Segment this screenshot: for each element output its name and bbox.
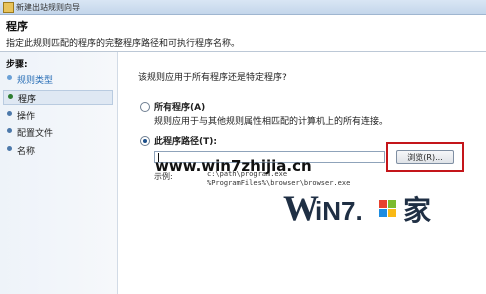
program-path-radio[interactable]	[140, 136, 150, 146]
highlight-annotation	[386, 142, 464, 172]
step-rule-type[interactable]: 规则类型	[3, 72, 111, 86]
steps-sidebar: 步骤: 规则类型 程序 操作 配置文件 名称	[0, 52, 118, 294]
wizard-header: 程序 指定此规则匹配的程序的完整程序路径和可执行程序名称。	[0, 15, 486, 51]
step-program[interactable]: 程序	[3, 90, 113, 105]
title-bar: 新建出站规则向导	[0, 0, 486, 15]
step-name[interactable]: 名称	[3, 143, 111, 157]
bullet-icon	[7, 128, 12, 133]
step-profile[interactable]: 配置文件	[3, 125, 111, 139]
program-path-label[interactable]: 此程序路径(T):	[154, 134, 217, 147]
wizard-app-icon	[3, 2, 14, 13]
steps-heading: 步骤:	[6, 60, 28, 70]
step-label: 程序	[18, 95, 37, 105]
windows-flag-icon	[379, 200, 396, 217]
watermark-url: www.win7zhijia.cn	[155, 157, 312, 175]
window-title: 新建出站规则向导	[16, 3, 80, 12]
bullet-icon	[7, 75, 12, 80]
page-description: 指定此规则匹配的程序的完整程序路径和可执行程序名称。	[6, 39, 241, 49]
svg-text:家: 家	[403, 194, 431, 227]
svg-text:W: W	[283, 188, 319, 228]
all-programs-radio[interactable]	[140, 102, 150, 112]
step-action[interactable]: 操作	[3, 108, 111, 122]
bullet-icon	[8, 94, 13, 99]
page-title: 程序	[6, 20, 28, 33]
win7-logo-watermark: W iN7. 家	[283, 188, 431, 228]
all-programs-label[interactable]: 所有程序(A)	[154, 100, 205, 113]
svg-text:iN7.: iN7.	[315, 196, 363, 226]
step-label: 规则类型	[17, 76, 54, 86]
all-programs-description: 规则应用于与其他规则属性相匹配的计算机上的所有连接。	[154, 117, 389, 127]
step-label: 配置文件	[17, 129, 54, 139]
step-label: 操作	[17, 112, 36, 122]
scope-question: 该规则应用于所有程序还是特定程序?	[138, 73, 287, 83]
bullet-icon	[7, 146, 12, 151]
bullet-icon	[7, 111, 12, 116]
step-label: 名称	[17, 147, 36, 157]
